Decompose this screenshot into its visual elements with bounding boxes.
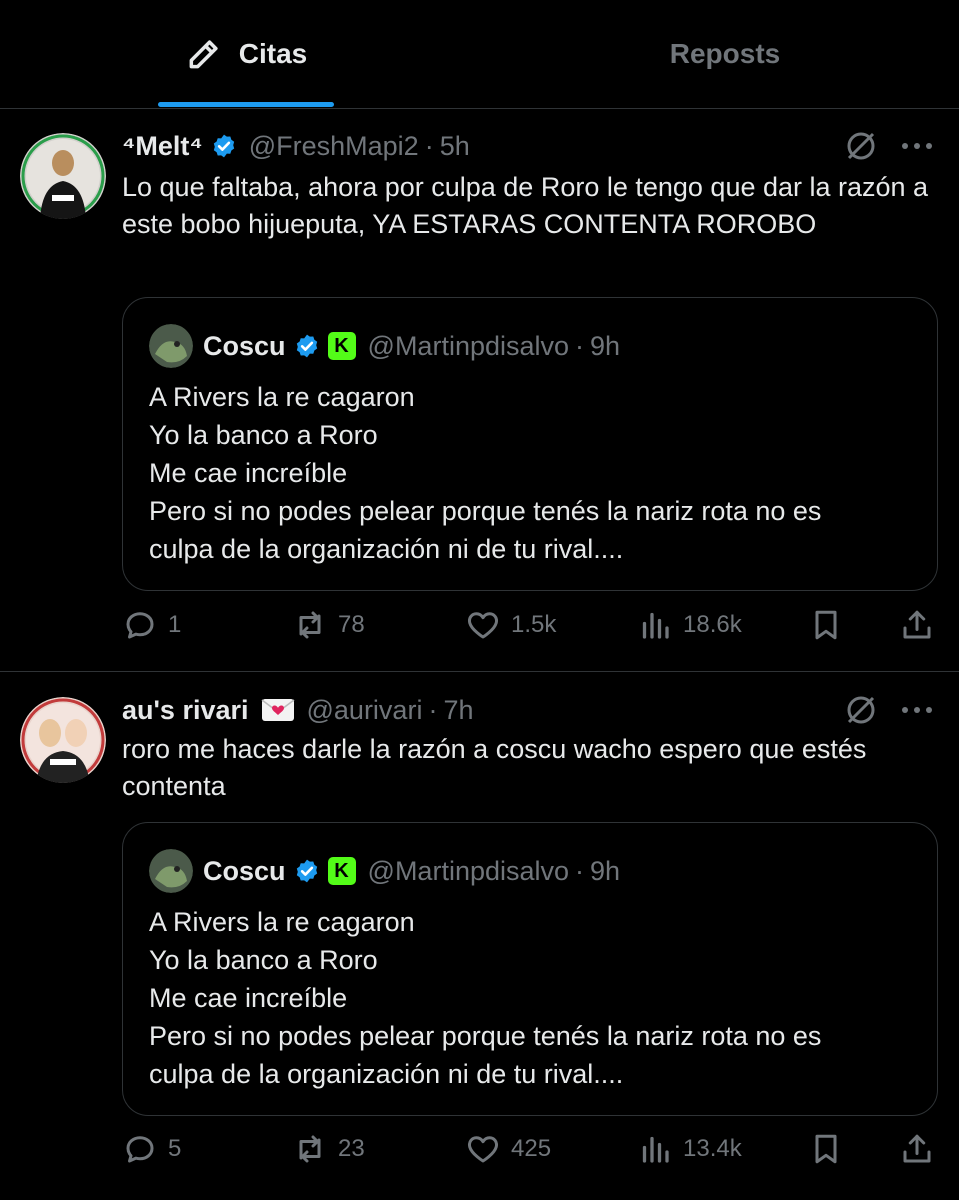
post-header: ⁴Melt⁴ @FreshMapi2 · 5h — [122, 126, 470, 166]
share-button[interactable] — [899, 1125, 935, 1173]
more-options-icon[interactable] — [899, 692, 935, 728]
quoted-handle: @Martinpdisalvo — [367, 330, 570, 361]
bookmark-icon — [815, 1134, 837, 1164]
tab-reposts-label: Reposts — [669, 38, 781, 69]
quoted-time: 9h — [590, 330, 621, 361]
quoted-post[interactable]: Coscu K @Martinpdisalvo · 9h A Rivers la… — [122, 822, 938, 1116]
heart-icon — [468, 1136, 498, 1163]
quoted-post-header: Coscu K @Martinpdisalvo · 9h — [149, 849, 620, 893]
kick-badge-icon: K — [327, 332, 356, 360]
like-button[interactable]: 425 — [465, 1125, 551, 1173]
bookmark-button[interactable] — [808, 1125, 844, 1173]
verified-icon — [296, 334, 317, 358]
share-icon — [903, 1134, 931, 1163]
like-button[interactable]: 1.5k — [465, 601, 556, 649]
repost-icon — [299, 611, 321, 639]
bookmark-icon — [815, 610, 837, 640]
separator-dot: · — [424, 130, 434, 161]
reply-icon — [126, 612, 154, 639]
kick-badge-icon: K — [327, 857, 356, 885]
quoted-handle: @Martinpdisalvo — [367, 855, 570, 886]
reply-count: 1 — [168, 611, 182, 638]
views-button[interactable]: 18.6k — [637, 601, 742, 649]
post-actions: 5 23 425 13.4k — [122, 1125, 937, 1173]
quoted-display-name: Coscu — [203, 330, 286, 361]
post-time[interactable]: 5h — [440, 131, 470, 162]
repost-count: 78 — [338, 611, 365, 638]
tab-citas-label: Citas — [238, 38, 308, 69]
reply-icon — [126, 1136, 154, 1163]
tab-reposts[interactable]: Reposts — [600, 0, 850, 108]
separator-dot: · — [575, 330, 585, 361]
post-actions: 1 78 1.5k 18.6k — [122, 601, 937, 649]
user-handle[interactable]: @FreshMapi2 — [249, 131, 419, 162]
avatar[interactable] — [20, 697, 106, 783]
more-options-icon[interactable] — [899, 128, 935, 164]
post[interactable]: ⁴Melt⁴ @FreshMapi2 · 5h Lo que faltaba, … — [0, 108, 959, 672]
verified-icon — [296, 859, 317, 883]
quoted-text: A Rivers la re cagaron Yo la banco a Ror… — [149, 907, 822, 1089]
avatar[interactable] — [20, 133, 106, 219]
repost-button[interactable]: 23 — [292, 1125, 365, 1173]
share-button[interactable] — [899, 601, 935, 649]
separator-dot: · — [428, 694, 438, 725]
grok-icon[interactable] — [843, 128, 879, 164]
separator-dot: · — [575, 855, 585, 886]
love-letter-icon — [261, 699, 294, 721]
post-text: Lo que faltaba, ahora por culpa de Roro … — [122, 172, 929, 239]
post[interactable]: au's rivari @aurivari · 7h roro me haces… — [0, 672, 959, 1199]
post-text: roro me haces darle la razón a coscu wac… — [122, 734, 867, 801]
quoted-avatar — [149, 849, 193, 893]
share-icon — [903, 610, 931, 639]
views-count: 18.6k — [683, 611, 742, 638]
views-icon — [642, 1136, 669, 1163]
like-count: 425 — [511, 1135, 552, 1162]
views-icon — [642, 612, 669, 639]
pencil-icon — [189, 40, 218, 69]
display-name[interactable]: ⁴Melt⁴ — [122, 131, 203, 162]
display-name[interactable]: au's rivari — [122, 695, 249, 726]
reply-button[interactable]: 5 — [122, 1125, 181, 1173]
repost-count: 23 — [338, 1135, 365, 1162]
repost-button[interactable]: 78 — [292, 601, 365, 649]
repost-icon — [299, 1135, 321, 1163]
views-button[interactable]: 13.4k — [637, 1125, 742, 1173]
post-header: au's rivari @aurivari · 7h — [122, 690, 473, 730]
user-handle[interactable]: @aurivari — [307, 695, 423, 726]
views-count: 13.4k — [683, 1135, 742, 1162]
quoted-post-header: Coscu K @Martinpdisalvo · 9h — [149, 324, 620, 368]
tab-citas[interactable]: Citas — [158, 0, 334, 108]
post-time[interactable]: 7h — [443, 695, 473, 726]
active-tab-indicator — [158, 102, 334, 107]
reply-button[interactable]: 1 — [122, 601, 181, 649]
like-count: 1.5k — [511, 611, 557, 638]
bookmark-button[interactable] — [808, 601, 844, 649]
quoted-avatar — [149, 324, 193, 368]
heart-icon — [468, 612, 498, 639]
verified-icon — [213, 134, 234, 158]
grok-icon[interactable] — [843, 692, 879, 728]
quoted-text: A Rivers la re cagaron Yo la banco a Ror… — [149, 382, 822, 564]
quoted-time: 9h — [590, 855, 621, 886]
quoted-display-name: Coscu — [203, 855, 286, 886]
reply-count: 5 — [168, 1135, 182, 1162]
tab-bar: Citas Reposts — [0, 0, 959, 109]
quoted-post[interactable]: Coscu K @Martinpdisalvo · 9h A Rivers la… — [122, 297, 938, 591]
